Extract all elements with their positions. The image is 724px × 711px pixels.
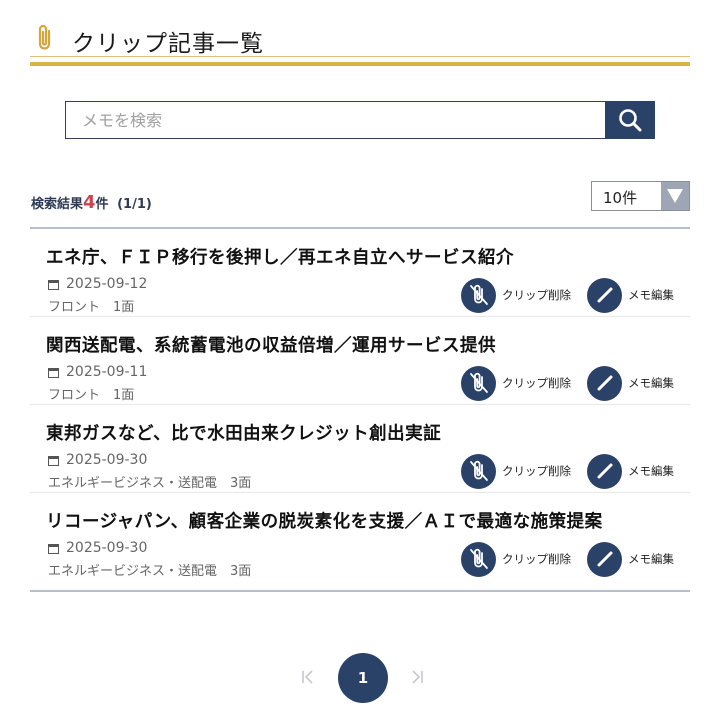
article-title[interactable]: エネ庁、ＦＩＰ移行を後押し／再エネ自立へサービス紹介 bbox=[46, 244, 514, 269]
article-date: 2025-09-11 bbox=[66, 364, 148, 380]
page-title: クリップ記事一覧 bbox=[72, 31, 264, 57]
memo-edit-button[interactable]: メモ編集 bbox=[587, 365, 674, 401]
search-bar bbox=[65, 101, 655, 139]
result-count: 4 bbox=[83, 192, 96, 213]
clip-delete-button[interactable]: クリップ削除 bbox=[461, 541, 571, 577]
unclip-icon bbox=[461, 541, 496, 577]
search-input[interactable] bbox=[65, 101, 605, 139]
search-button[interactable] bbox=[605, 101, 655, 139]
article-meta: フロント 1面 bbox=[48, 300, 135, 315]
article-title[interactable]: リコージャパン、顧客企業の脱炭素化を支援／ＡＩで最適な施策提案 bbox=[46, 508, 603, 533]
clip-delete-button[interactable]: クリップ削除 bbox=[461, 365, 571, 401]
memo-edit-label: メモ編集 bbox=[628, 288, 674, 302]
pencil-icon bbox=[587, 541, 622, 577]
calendar-icon bbox=[48, 279, 59, 290]
article-date-row: 2025-09-30 bbox=[48, 452, 147, 468]
list-item: エネ庁、ＦＩＰ移行を後押し／再エネ自立へサービス紹介 2025-09-12 フロ… bbox=[30, 229, 690, 317]
calendar-icon bbox=[48, 543, 59, 554]
clip-delete-button[interactable]: クリップ削除 bbox=[461, 277, 571, 313]
dropdown-arrow bbox=[661, 182, 689, 210]
pencil-icon bbox=[587, 365, 622, 401]
triangle-down-icon bbox=[667, 189, 683, 203]
result-suffix: 件 bbox=[95, 197, 109, 212]
article-date: 2025-09-12 bbox=[66, 276, 148, 292]
article-date: 2025-09-30 bbox=[66, 540, 148, 556]
memo-edit-label: メモ編集 bbox=[628, 376, 674, 390]
unclip-icon bbox=[461, 277, 496, 313]
list-bottom-border bbox=[30, 590, 690, 592]
memo-edit-label: メモ編集 bbox=[628, 552, 674, 566]
memo-edit-button[interactable]: メモ編集 bbox=[587, 277, 674, 313]
article-date-row: 2025-09-12 bbox=[48, 276, 147, 292]
list-item: リコージャパン、顧客企業の脱炭素化を支援／ＡＩで最適な施策提案 2025-09-… bbox=[30, 493, 690, 581]
article-meta: エネルギービジネス・送配電 3面 bbox=[48, 564, 252, 579]
article-meta: フロント 1面 bbox=[48, 388, 135, 403]
pencil-icon bbox=[587, 277, 622, 313]
title-underline-thin bbox=[30, 56, 690, 57]
article-title[interactable]: 関西送配電、系統蓄電池の収益倍増／運用サービス提供 bbox=[46, 332, 496, 357]
result-page-info: (1/1) bbox=[117, 197, 152, 212]
clip-delete-label: クリップ削除 bbox=[502, 464, 571, 478]
clip-delete-label: クリップ削除 bbox=[502, 376, 571, 390]
first-page-icon[interactable] bbox=[298, 667, 318, 687]
search-icon bbox=[619, 109, 642, 132]
per-page-select[interactable]: 10件 bbox=[591, 181, 690, 211]
article-date-row: 2025-09-30 bbox=[48, 540, 147, 556]
list-item: 関西送配電、系統蓄電池の収益倍増／運用サービス提供 2025-09-11 フロン… bbox=[30, 317, 690, 405]
article-date: 2025-09-30 bbox=[66, 452, 148, 468]
result-prefix: 検索結果 bbox=[31, 197, 84, 212]
calendar-icon bbox=[48, 455, 59, 466]
calendar-icon bbox=[48, 367, 59, 378]
unclip-icon bbox=[461, 453, 496, 489]
memo-edit-button[interactable]: メモ編集 bbox=[587, 453, 674, 489]
article-title[interactable]: 東邦ガスなど、比で水田由来クレジット創出実証 bbox=[46, 420, 441, 445]
article-meta: エネルギービジネス・送配電 3面 bbox=[48, 476, 252, 491]
unclip-icon bbox=[461, 365, 496, 401]
clip-delete-button[interactable]: クリップ削除 bbox=[461, 453, 571, 489]
article-date-row: 2025-09-11 bbox=[48, 364, 147, 380]
memo-edit-button[interactable]: メモ編集 bbox=[587, 541, 674, 577]
title-underline bbox=[30, 62, 690, 66]
per-page-value: 10件 bbox=[603, 189, 638, 207]
memo-edit-label: メモ編集 bbox=[628, 464, 674, 478]
pagination: 1 bbox=[0, 653, 724, 703]
page-number-current[interactable]: 1 bbox=[338, 653, 388, 703]
list-item: 東邦ガスなど、比で水田由来クレジット創出実証 2025-09-30 エネルギービ… bbox=[30, 405, 690, 493]
result-summary: 検索結果4件 (1/1) bbox=[31, 192, 152, 213]
clip-delete-label: クリップ削除 bbox=[502, 552, 571, 566]
last-page-icon[interactable] bbox=[407, 667, 427, 687]
paperclip-icon bbox=[38, 24, 51, 50]
pencil-icon bbox=[587, 453, 622, 489]
clip-delete-label: クリップ削除 bbox=[502, 288, 571, 302]
